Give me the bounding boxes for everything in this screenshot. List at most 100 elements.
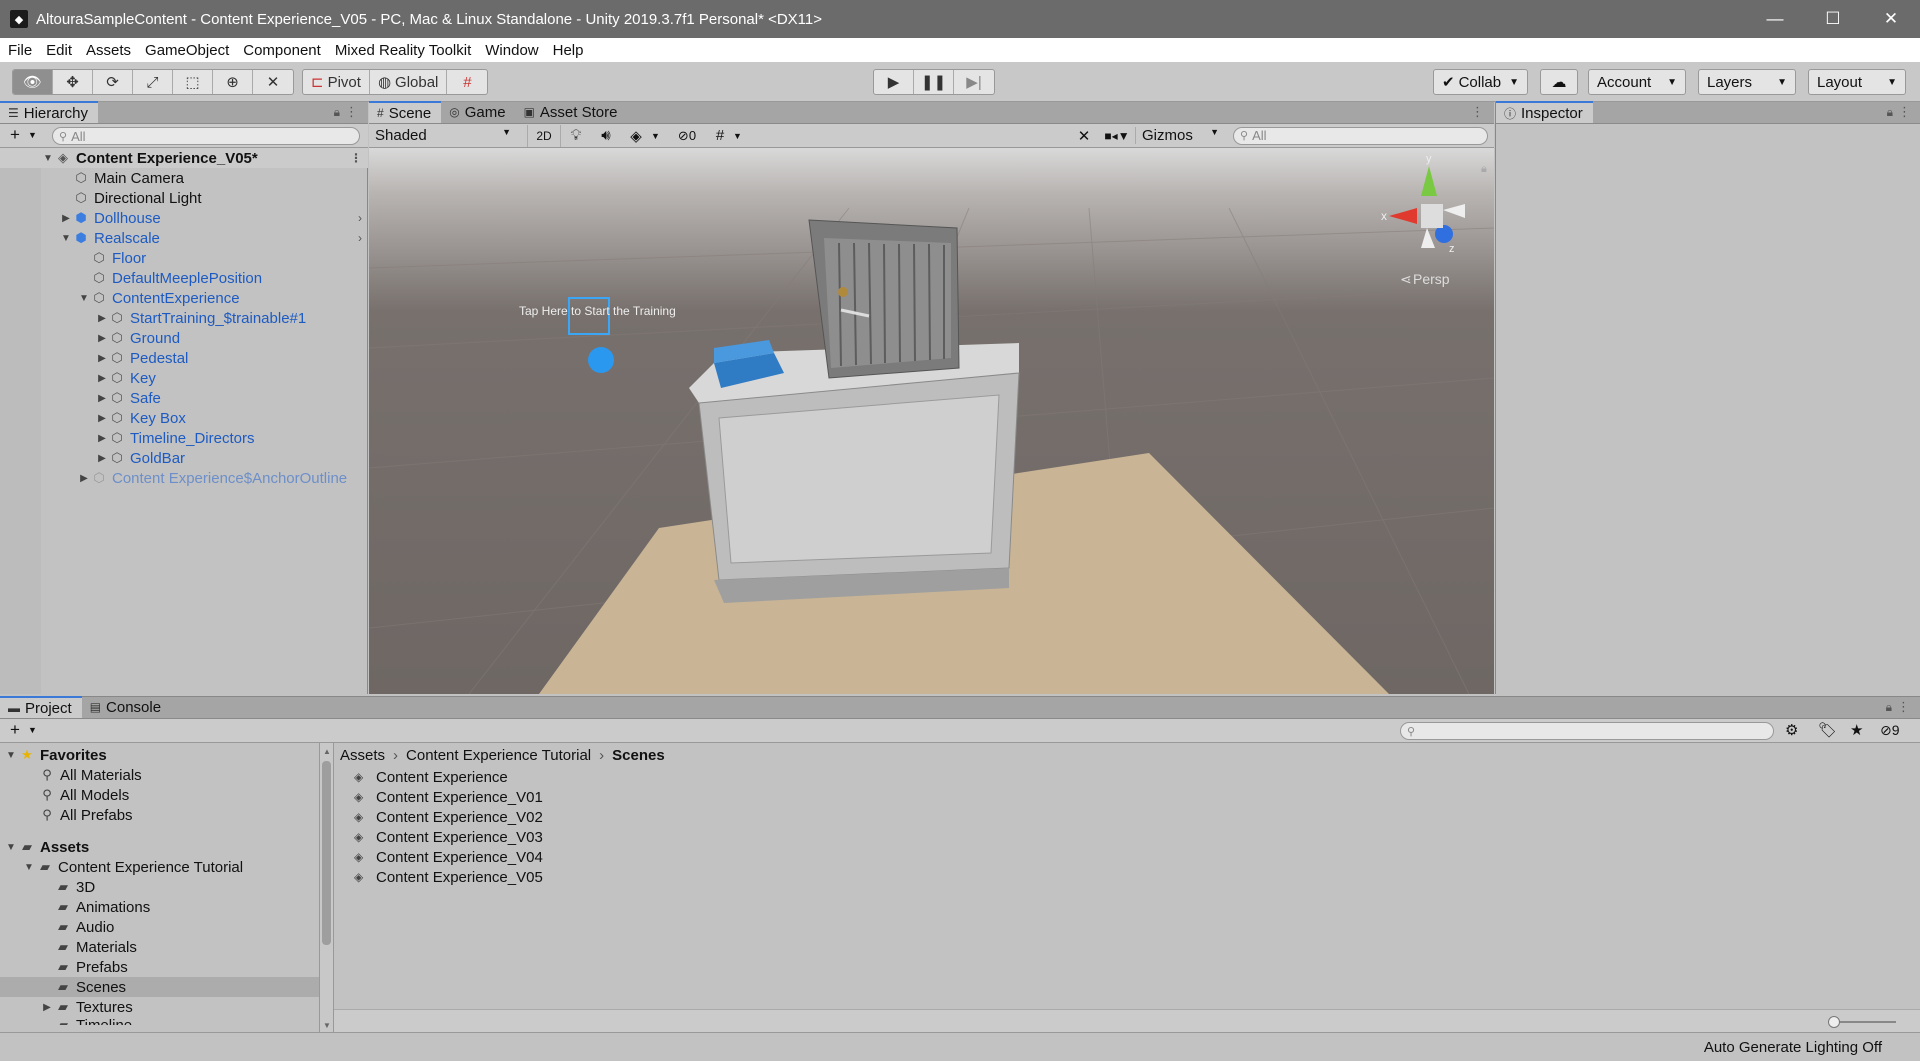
toggle-2d-button[interactable]: 2D bbox=[527, 124, 561, 147]
hierarchy-item[interactable]: ▼ ⬢ Realscale › bbox=[0, 228, 368, 248]
shading-dropdown[interactable]: Shaded ▼ bbox=[369, 127, 519, 144]
lighting-icon[interactable]: 💡︎ bbox=[561, 127, 591, 144]
tools-icon[interactable]: ✕ bbox=[1069, 127, 1099, 145]
scene-row[interactable]: ▼ ◈ Content Experience_V05* ⋮ bbox=[0, 148, 368, 168]
persp-label-arrow-icon[interactable]: ⋖ bbox=[1400, 271, 1412, 287]
menu-edit[interactable]: Edit bbox=[46, 42, 72, 59]
scene-viewport[interactable]: Tap Here to Start the Training y x z 🔒︎ … bbox=[369, 148, 1494, 694]
expand-arrow-icon[interactable]: ▶ bbox=[77, 473, 91, 484]
grid-icon[interactable]: # bbox=[707, 127, 733, 144]
start-training-sphere[interactable] bbox=[588, 347, 614, 373]
minimize-button[interactable]: — bbox=[1746, 0, 1804, 38]
hierarchy-item[interactable]: ⬡ Directional Light bbox=[0, 188, 368, 208]
scrollbar-thumb[interactable] bbox=[322, 761, 331, 945]
layers-dropdown[interactable]: Layers ▼ bbox=[1698, 69, 1796, 95]
folder-row[interactable]: ▰ Materials bbox=[0, 937, 319, 957]
hierarchy-item[interactable]: ▶ ⬡ Ground bbox=[0, 328, 368, 348]
grid-snap-icon[interactable]: # bbox=[447, 70, 487, 94]
tab-asset-store[interactable]: ▣ Asset Store bbox=[516, 101, 628, 123]
menu-gameobject[interactable]: GameObject bbox=[145, 42, 229, 59]
pause-button[interactable]: ❚❚ bbox=[914, 70, 954, 94]
scroll-up-icon[interactable]: ▲ bbox=[323, 747, 331, 756]
assets-row[interactable]: ▼ ▰ Assets bbox=[0, 837, 319, 857]
chevron-down-icon[interactable]: ▼ bbox=[651, 131, 667, 141]
hidden-packages-toggle[interactable]: ⊘9 bbox=[1880, 722, 1900, 739]
breadcrumb-item-current[interactable]: Scenes bbox=[612, 747, 665, 764]
file-row[interactable]: ◈ Content Experience_V01 bbox=[334, 787, 1920, 807]
hierarchy-item[interactable]: ▶ ⬡ Safe bbox=[0, 388, 368, 408]
expand-arrow-icon[interactable]: ▼ bbox=[22, 862, 36, 873]
tab-inspector[interactable]: ⓘ Inspector bbox=[1496, 101, 1593, 123]
folder-row[interactable]: ▰ Animations bbox=[0, 897, 319, 917]
hierarchy-search-input[interactable]: ⚲ All bbox=[52, 127, 360, 145]
hierarchy-item[interactable]: ▶ ⬡ Pedestal bbox=[0, 348, 368, 368]
file-row[interactable]: ◈ Content Experience_V04 bbox=[334, 847, 1920, 867]
menu-window[interactable]: Window bbox=[485, 42, 538, 59]
maximize-button[interactable]: ☐ bbox=[1804, 0, 1862, 38]
hierarchy-item[interactable]: ⬡ Main Camera bbox=[0, 168, 368, 188]
scroll-down-icon[interactable]: ▼ bbox=[323, 1021, 331, 1030]
expand-arrow-icon[interactable]: ▼ bbox=[59, 233, 73, 244]
effects-icon[interactable]: ◈ bbox=[621, 127, 651, 145]
rotate-tool-icon[interactable]: ⟳ bbox=[93, 70, 133, 94]
expand-arrow-icon[interactable]: ▶ bbox=[95, 313, 109, 324]
hierarchy-item[interactable]: ▶ ⬡ Key Box bbox=[0, 408, 368, 428]
more-options-icon[interactable]: ⋮ bbox=[1897, 699, 1910, 715]
folder-row-cut[interactable]: ▰ Timeline bbox=[0, 1017, 319, 1025]
lock-icon[interactable]: 🔒︎ bbox=[1886, 700, 1892, 715]
camera-icon[interactable]: ■◂▼ bbox=[1099, 129, 1135, 143]
file-row[interactable]: ◈ Content Experience bbox=[334, 767, 1920, 787]
file-row[interactable]: ◈ Content Experience_V02 bbox=[334, 807, 1920, 827]
add-icon[interactable]: + bbox=[10, 125, 20, 145]
tab-scene[interactable]: # Scene bbox=[369, 101, 442, 123]
hierarchy-item[interactable]: ⬡ DefaultMeeplePosition bbox=[0, 268, 368, 288]
favorites-row[interactable]: ▼ ★ Favorites bbox=[0, 745, 319, 765]
tab-project[interactable]: ▬ Project bbox=[0, 696, 82, 718]
lock-icon[interactable]: 🔒︎ bbox=[334, 105, 340, 120]
chevron-down-icon[interactable]: ▼ bbox=[28, 725, 37, 735]
cloud-button[interactable]: ☁ bbox=[1540, 69, 1578, 95]
expand-arrow-icon[interactable]: ▶ bbox=[40, 1002, 54, 1013]
folder-row-selected[interactable]: ▰ Scenes bbox=[0, 977, 319, 997]
chevron-down-icon[interactable]: ▼ bbox=[733, 131, 749, 141]
expand-arrow-icon[interactable]: ▼ bbox=[4, 750, 18, 761]
menu-component[interactable]: Component bbox=[243, 42, 321, 59]
expand-arrow-icon[interactable]: ▼ bbox=[77, 293, 91, 304]
account-dropdown[interactable]: Account ▼ bbox=[1588, 69, 1686, 95]
layout-dropdown[interactable]: Layout ▼ bbox=[1808, 69, 1906, 95]
file-row[interactable]: ◈ Content Experience_V05 bbox=[334, 867, 1920, 887]
persp-label[interactable]: Persp bbox=[1413, 271, 1450, 287]
scale-tool-icon[interactable]: ⤢ bbox=[133, 70, 173, 94]
favorite-item[interactable]: ⚲ All Materials bbox=[0, 765, 319, 785]
chevron-down-icon[interactable]: ▼ bbox=[28, 130, 37, 140]
gizmo-lock-icon[interactable]: 🔒︎ bbox=[1481, 163, 1487, 175]
folder-row[interactable]: ▰ Prefabs bbox=[0, 957, 319, 977]
hierarchy-item[interactable]: ▶ ⬡ Content Experience$AnchorOutline bbox=[0, 468, 368, 488]
folder-row[interactable]: ▼ ▰ Content Experience Tutorial bbox=[0, 857, 319, 877]
more-options-icon[interactable]: ⋮ bbox=[1898, 104, 1911, 120]
hierarchy-item[interactable]: ▶ ⬡ StartTraining_$trainable#1 bbox=[0, 308, 368, 328]
transform-tool-icon[interactable]: ⊕ bbox=[213, 70, 253, 94]
expand-arrow-icon[interactable]: ▼ bbox=[41, 153, 55, 164]
orientation-gizmo[interactable]: y x z bbox=[1381, 153, 1465, 255]
breadcrumb-item[interactable]: Content Experience Tutorial bbox=[406, 747, 591, 764]
menu-assets[interactable]: Assets bbox=[86, 42, 131, 59]
file-row[interactable]: ◈ Content Experience_V03 bbox=[334, 827, 1920, 847]
view-tool-eye-icon[interactable]: 👁 bbox=[13, 70, 53, 94]
menu-mixed-reality-toolkit[interactable]: Mixed Reality Toolkit bbox=[335, 42, 471, 59]
expand-arrow-icon[interactable]: ▶ bbox=[95, 433, 109, 444]
project-search-input[interactable]: ⚲ bbox=[1400, 722, 1774, 740]
hierarchy-item[interactable]: ▶ ⬡ GoldBar bbox=[0, 448, 368, 468]
hierarchy-item[interactable]: ▶ ⬡ Key bbox=[0, 368, 368, 388]
hidden-objects-toggle[interactable]: ⊘ 0 bbox=[667, 128, 707, 144]
expand-arrow-icon[interactable]: ▶ bbox=[59, 213, 73, 224]
move-tool-icon[interactable]: ✥ bbox=[53, 70, 93, 94]
custom-tool-icon[interactable]: ✕ bbox=[253, 70, 293, 94]
lock-icon[interactable]: 🔒︎ bbox=[1887, 105, 1893, 120]
add-icon[interactable]: + bbox=[10, 720, 20, 740]
hierarchy-item[interactable]: ▶ ⬡ Timeline_Directors bbox=[0, 428, 368, 448]
hierarchy-item[interactable]: ▶ ⬢ Dollhouse › bbox=[0, 208, 368, 228]
close-button[interactable]: ✕ bbox=[1862, 0, 1920, 38]
pivot-button[interactable]: ⊏ Pivot bbox=[303, 70, 370, 94]
folder-row[interactable]: ▰ Audio bbox=[0, 917, 319, 937]
